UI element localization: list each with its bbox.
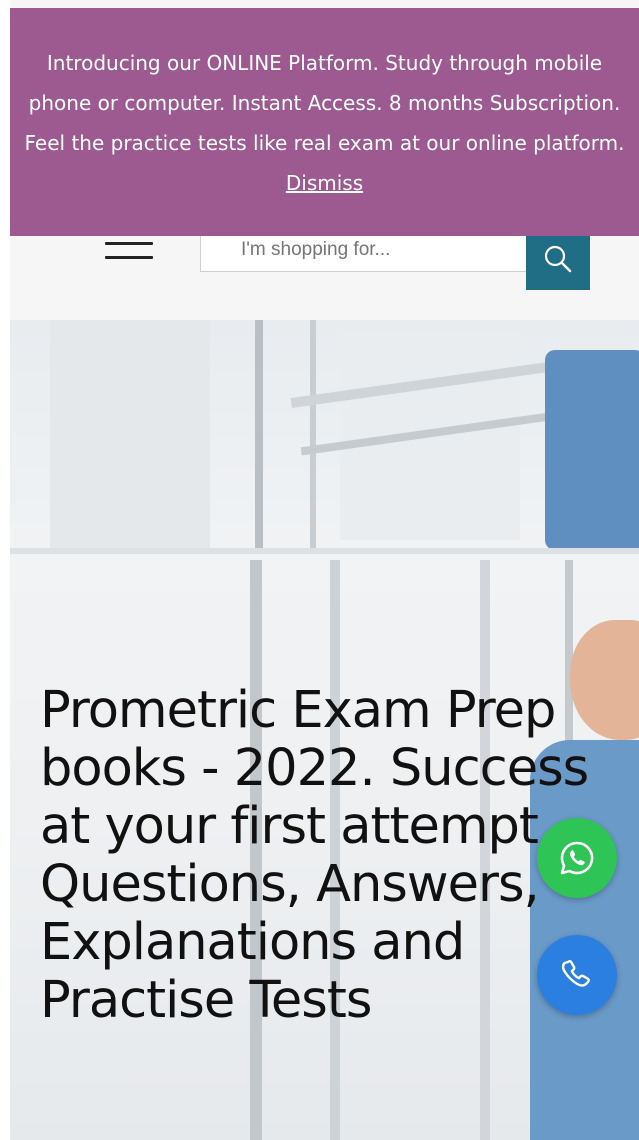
whatsapp-icon bbox=[560, 841, 594, 875]
page: Prometric Exam Prep books - 2022. Succes… bbox=[10, 0, 639, 1140]
search-icon bbox=[544, 245, 572, 273]
dismiss-link[interactable]: Dismiss bbox=[286, 171, 363, 195]
phone-icon bbox=[561, 960, 590, 987]
notice-banner: Introducing our ONLINE Platform. Study t… bbox=[10, 8, 639, 236]
notice-text: Introducing our ONLINE Platform. Study t… bbox=[24, 51, 625, 155]
phone-call-button[interactable] bbox=[537, 935, 617, 1015]
hero-banner: Prometric Exam Prep books - 2022. Succes… bbox=[10, 320, 639, 1140]
whatsapp-button[interactable] bbox=[537, 818, 617, 898]
